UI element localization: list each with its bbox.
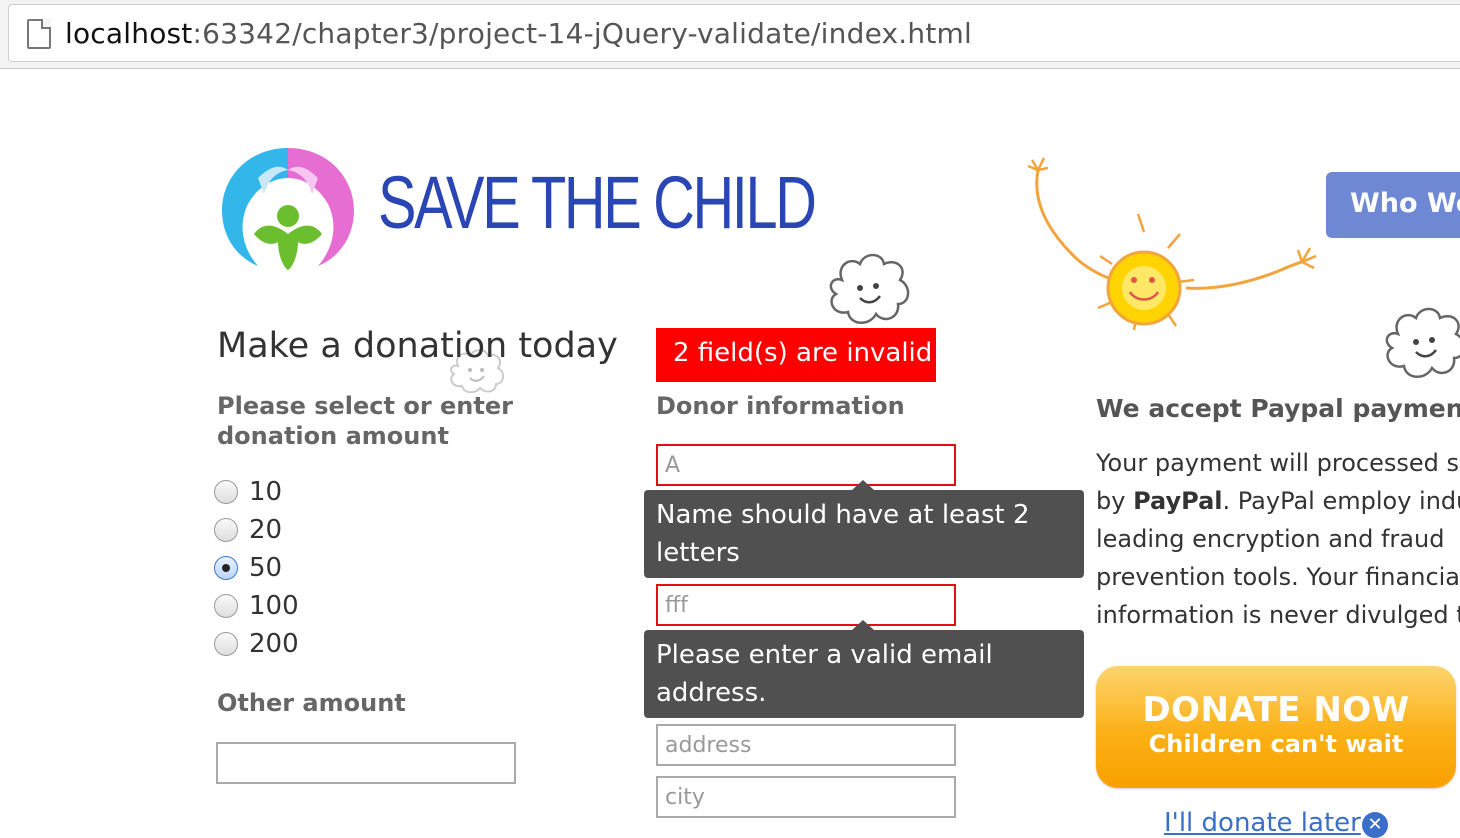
- paypal-text-line: leading encryption and fraud: [1096, 525, 1445, 553]
- amount-option-200[interactable]: 200: [214, 628, 299, 660]
- name-field[interactable]: A: [656, 444, 956, 486]
- paypal-text-line: Your payment will processed se: [1096, 449, 1460, 477]
- url-host: localhost: [65, 17, 193, 50]
- donation-amount-label: Please select or enter donation amount: [217, 392, 513, 450]
- radio-label: 20: [249, 515, 283, 545]
- url-path: :63342/chapter3/project-14-jQuery-valida…: [192, 17, 972, 50]
- radio-button[interactable]: [214, 518, 238, 542]
- city-field[interactable]: city: [656, 776, 956, 818]
- paypal-text-line: information is never divulged to: [1096, 601, 1460, 629]
- paypal-brand-text: PayPal: [1133, 487, 1223, 515]
- cloud-icon: [829, 253, 910, 324]
- email-field[interactable]: fff: [656, 584, 956, 626]
- cloud-icon: [1385, 307, 1460, 378]
- nav-who-we-are-button[interactable]: Who We A: [1326, 172, 1460, 238]
- amount-option-20[interactable]: 20: [214, 514, 282, 546]
- amount-option-10[interactable]: 10: [214, 476, 282, 508]
- paypal-description: Your payment will processed se by PayPal…: [1096, 444, 1460, 634]
- paypal-text-line: by PayPal. PayPal employ indus: [1096, 487, 1460, 515]
- donate-button-sublabel: Children can't wait: [1148, 730, 1404, 758]
- address-bar[interactable]: localhost:63342/chapter3/project-14-jQue…: [8, 4, 1460, 62]
- donation-heading: Make a donation today: [217, 326, 618, 366]
- radio-label: 100: [249, 591, 299, 621]
- other-amount-label: Other amount: [217, 689, 406, 717]
- paypal-text-line: prevention tools. Your financial: [1096, 563, 1460, 591]
- radio-button-checked[interactable]: [214, 556, 238, 580]
- close-icon[interactable]: ✕: [1362, 812, 1388, 838]
- radio-button[interactable]: [214, 594, 238, 618]
- radio-label: 50: [249, 553, 283, 583]
- validation-error-banner: 2 field(s) are invalid: [656, 328, 936, 382]
- donate-later-link[interactable]: I'll donate later: [1164, 808, 1361, 838]
- radio-button[interactable]: [214, 632, 238, 656]
- logo-text: SAVE THE CHILD: [378, 161, 817, 244]
- donor-info-heading: Donor information: [656, 392, 905, 420]
- sun-drawing-icon: [1027, 157, 1317, 331]
- amount-option-50[interactable]: 50: [214, 552, 282, 584]
- email-error-tooltip: Please enter a valid email address.: [644, 620, 1084, 718]
- donate-now-button[interactable]: DONATE NOW Children can't wait: [1096, 666, 1456, 788]
- address-field[interactable]: address: [656, 724, 956, 766]
- logo-icon: [222, 148, 354, 270]
- amount-option-100[interactable]: 100: [214, 590, 299, 622]
- paypal-heading: We accept Paypal payments: [1096, 394, 1460, 423]
- radio-label: 10: [249, 477, 283, 507]
- name-error-tooltip: Name should have at least 2 letters: [644, 480, 1084, 578]
- donate-button-label: DONATE NOW: [1142, 690, 1410, 730]
- radio-button[interactable]: [214, 480, 238, 504]
- url-text[interactable]: localhost:63342/chapter3/project-14-jQue…: [65, 17, 972, 50]
- other-amount-input[interactable]: [216, 742, 516, 784]
- radio-label: 200: [249, 629, 299, 659]
- browser-toolbar: localhost:63342/chapter3/project-14-jQue…: [0, 0, 1460, 69]
- page-icon: [27, 19, 51, 49]
